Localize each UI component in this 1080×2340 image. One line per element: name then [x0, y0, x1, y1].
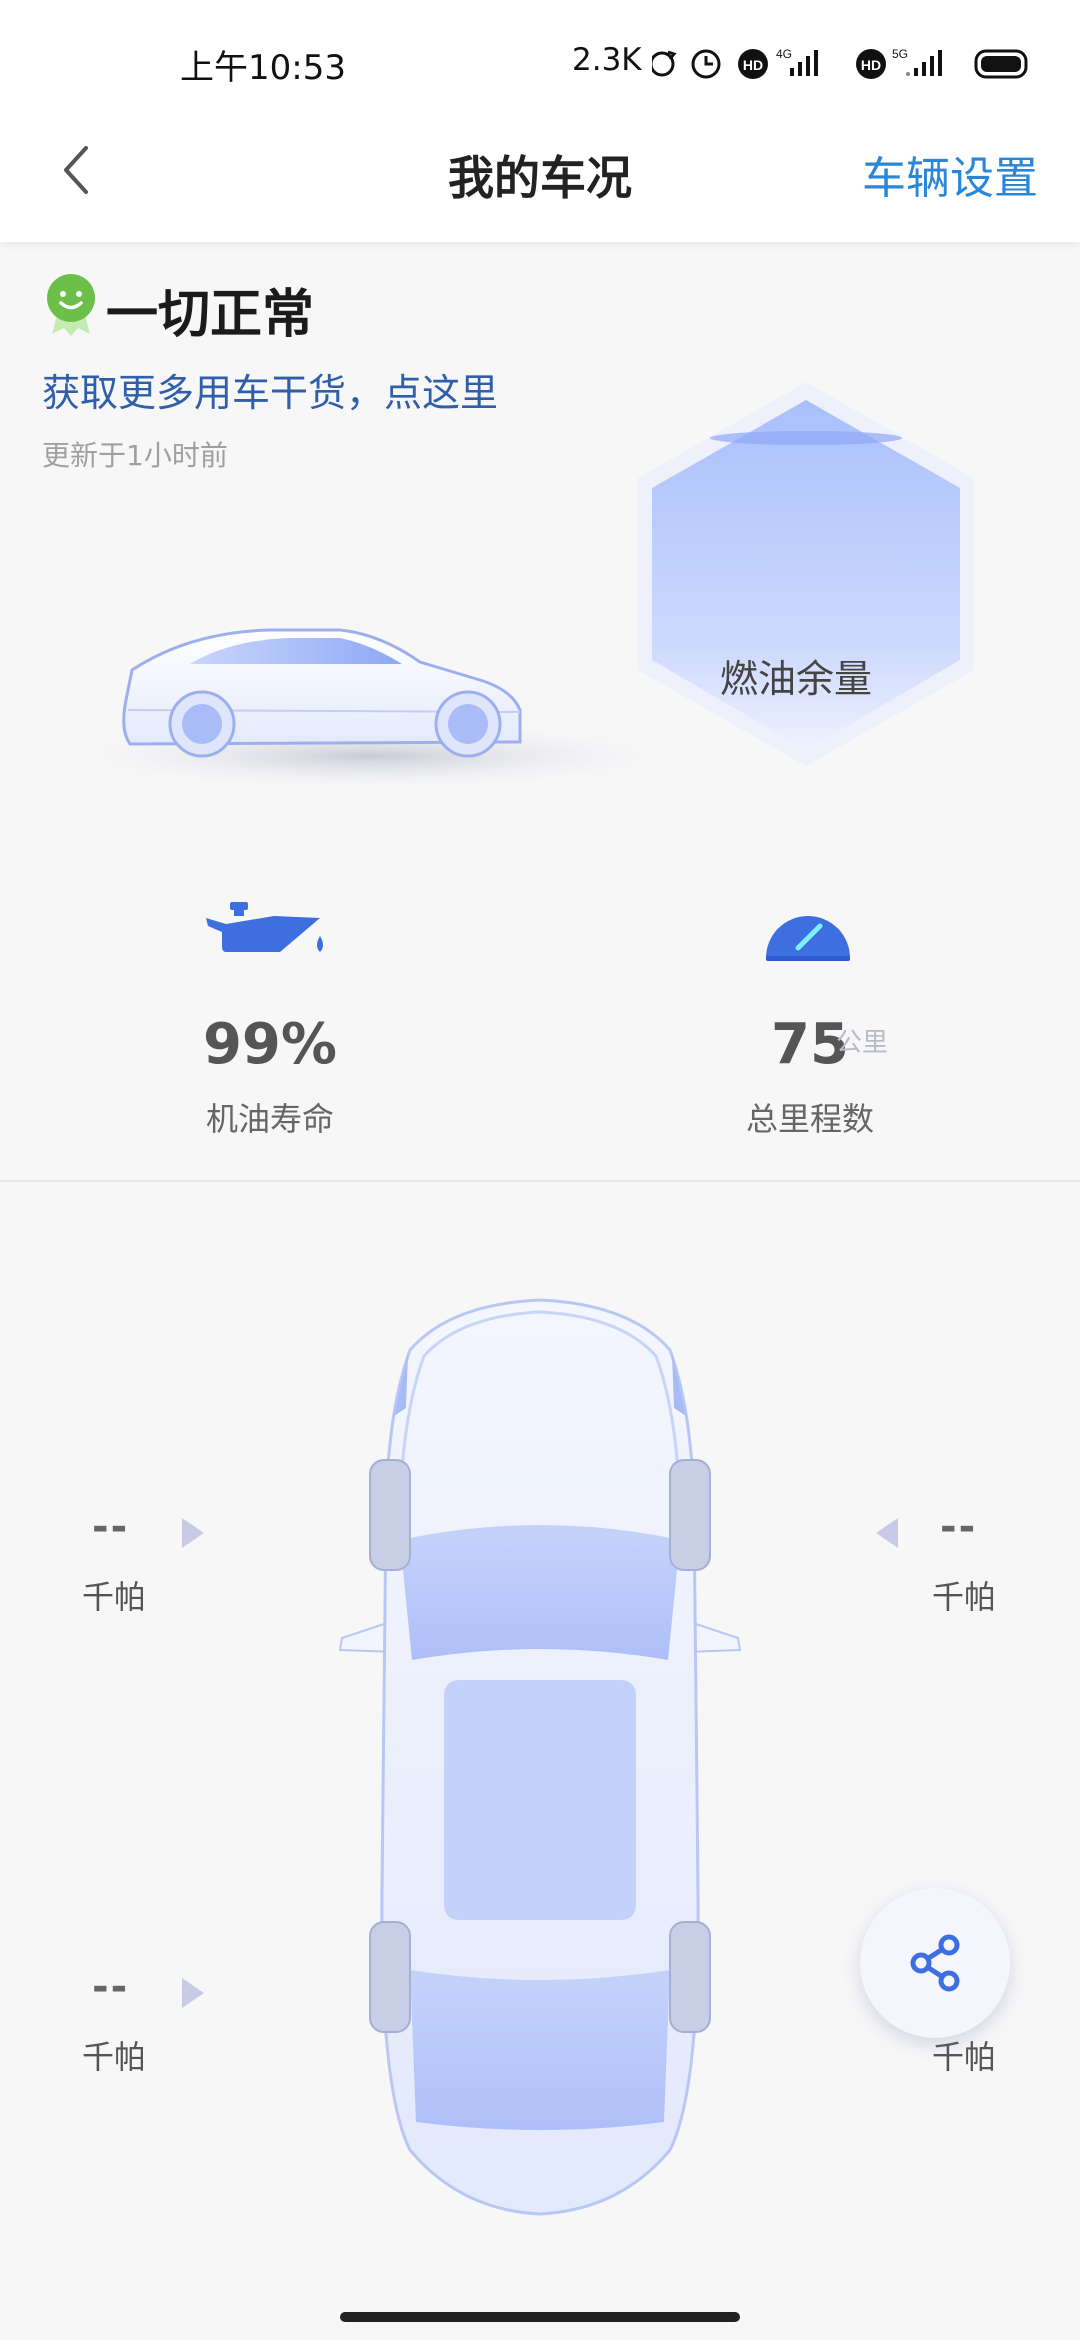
triangle-left-icon	[876, 1518, 898, 1548]
status-time: 上午10:53	[180, 48, 346, 88]
signal-5g-icon: 5G	[892, 47, 942, 76]
sync-icon	[652, 50, 677, 77]
car-top-illustration	[338, 1298, 742, 2216]
rear-left-pressure-value: --	[92, 1964, 130, 2010]
tips-link[interactable]: 获取更多用车干货，点这里	[42, 362, 498, 417]
smiley-badge-icon	[47, 274, 95, 336]
alarm-icon	[691, 49, 721, 79]
update-time: 更新于1小时前	[42, 439, 228, 472]
svg-text:5G: 5G	[892, 47, 908, 61]
mileage-unit: 公里	[836, 1028, 889, 1058]
share-button[interactable]	[860, 1888, 1010, 2038]
front-left-pressure-unit: 千帕	[82, 1578, 147, 1616]
tire-front-left	[369, 1459, 411, 1571]
hd-icon: HD	[856, 49, 886, 79]
battery-icon	[974, 49, 1028, 79]
status-icons: HD 4G HD 5G	[652, 47, 1028, 79]
tire-rear-left	[369, 1921, 411, 2033]
rear-right-pressure-unit: 千帕	[932, 2038, 997, 2076]
front-left-pressure-value: --	[92, 1504, 130, 1550]
mileage-label: 总里程数	[745, 1100, 874, 1138]
triangle-right-icon	[182, 1518, 204, 1548]
hd-icon: HD	[738, 49, 768, 79]
tire-front-right	[669, 1459, 711, 1571]
speedometer-icon	[766, 916, 850, 961]
status-summary: 一切正常	[106, 285, 315, 345]
car-side-illustration	[40, 628, 660, 792]
fuel-label: 燃油余量	[719, 657, 872, 701]
signal-4g-icon: 4G	[776, 47, 818, 76]
front-right-pressure-unit: 千帕	[932, 1578, 997, 1616]
vehicle-settings-link[interactable]: 车辆设置	[862, 142, 1038, 206]
home-indicator[interactable]	[340, 2312, 740, 2322]
front-right-pressure-value: --	[940, 1504, 978, 1550]
tire-rear-right	[669, 1921, 711, 2033]
oil-life-value: 99%	[202, 1012, 338, 1077]
oil-life-label: 机油寿命	[205, 1100, 334, 1138]
svg-text:4G: 4G	[776, 47, 792, 61]
network-speed: 2.3K	[572, 42, 642, 78]
share-icon	[910, 1934, 960, 1992]
fuel-gauge	[638, 382, 974, 766]
svg-text:HD: HD	[743, 57, 763, 73]
triangle-right-icon	[182, 1978, 204, 2008]
svg-text:HD: HD	[861, 57, 881, 73]
section-divider	[0, 1180, 1080, 1182]
rear-left-pressure-unit: 千帕	[82, 2038, 147, 2076]
oil-can-icon	[206, 902, 323, 952]
